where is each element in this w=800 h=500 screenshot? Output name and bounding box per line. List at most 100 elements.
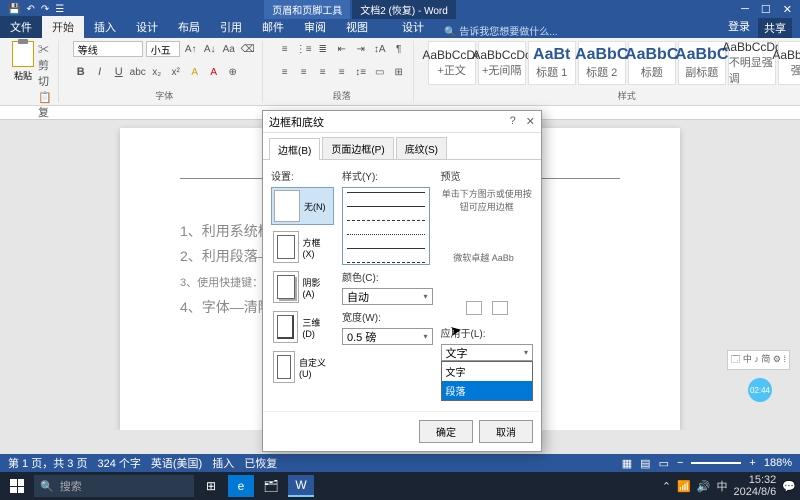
word-count[interactable]: 324 个字 xyxy=(97,455,140,471)
style-item[interactable]: AaBbC标题 xyxy=(628,41,676,85)
show-marks-icon[interactable]: ¶ xyxy=(391,41,407,57)
tray-chevron-icon[interactable]: ⌃ xyxy=(662,480,671,493)
setting-shadow[interactable]: 阴影(A) xyxy=(271,269,334,305)
underline-icon[interactable]: U xyxy=(111,64,127,80)
tell-me-field[interactable]: 🔍 告诉我您想要做什么... xyxy=(444,23,558,38)
style-item[interactable]: AaBbC副标题 xyxy=(678,41,726,85)
minimize-icon[interactable]: ─ xyxy=(741,3,749,16)
zoom-level[interactable]: 188% xyxy=(764,457,792,469)
width-select[interactable]: 0.5 磅 xyxy=(342,328,433,345)
border-top-button[interactable] xyxy=(466,301,482,315)
zoom-slider[interactable] xyxy=(691,462,741,464)
tab-file[interactable]: 文件 xyxy=(0,16,42,38)
style-item[interactable]: AaBbCcDc不明显强调 xyxy=(728,41,776,85)
maximize-icon[interactable]: ☐ xyxy=(761,3,771,16)
cancel-button[interactable]: 取消 xyxy=(479,420,533,443)
taskbar-search[interactable]: 🔍搜索 xyxy=(34,475,194,497)
save-icon[interactable]: 💾 xyxy=(8,4,20,15)
zoom-in-icon[interactable]: + xyxy=(749,457,755,469)
explorer-icon[interactable]: 🗂 xyxy=(258,475,284,497)
grow-font-icon[interactable]: A↑ xyxy=(183,41,199,57)
style-item[interactable]: AaBbCcDc强调 xyxy=(778,41,800,85)
border-bottom-button[interactable] xyxy=(492,301,508,315)
align-center-icon[interactable]: ≡ xyxy=(296,64,312,80)
superscript-icon[interactable]: x² xyxy=(168,64,184,80)
tab-tools-design[interactable]: 设计 xyxy=(392,16,434,38)
login-button[interactable]: 登录 xyxy=(728,18,750,38)
font-name-select[interactable]: 等线 xyxy=(73,41,143,57)
tab-page-border[interactable]: 页面边框(P) xyxy=(322,137,393,159)
setting-none[interactable]: 无(N) xyxy=(271,187,334,225)
undo-icon[interactable]: ↶ xyxy=(26,4,34,15)
ime-float-bar[interactable]: 🗔 中 ♪ 简 ⚙ ⁞ xyxy=(727,350,790,370)
close-icon[interactable]: ✕ xyxy=(783,3,792,16)
start-button[interactable] xyxy=(4,475,30,497)
help-icon[interactable]: ? xyxy=(510,115,516,128)
network-icon[interactable]: 📶 xyxy=(677,480,691,493)
notifications-icon[interactable]: 💬 xyxy=(782,480,796,493)
style-item[interactable]: AaBbCcDc+无间隔 xyxy=(478,41,526,85)
tab-border[interactable]: 边框(B) xyxy=(269,138,320,160)
borders-icon[interactable]: ⊞ xyxy=(391,64,407,80)
align-right-icon[interactable]: ≡ xyxy=(315,64,331,80)
dialog-title-bar[interactable]: 边框和底纹 ? ✕ xyxy=(263,111,541,133)
ime-indicator[interactable]: 中 xyxy=(716,478,727,494)
line-spacing-icon[interactable]: ↕≡ xyxy=(353,64,369,80)
edge-icon[interactable]: e xyxy=(228,475,254,497)
language-indicator[interactable]: 英语(美国) xyxy=(151,455,202,471)
clear-format-icon[interactable]: ⌫ xyxy=(240,41,256,57)
setting-box[interactable]: 方框(X) xyxy=(271,229,334,265)
tab-home[interactable]: 开始 xyxy=(42,16,84,38)
change-case-icon[interactable]: Aa xyxy=(221,41,237,57)
menu-icon[interactable]: ☰ xyxy=(55,4,64,15)
shading-icon[interactable]: ▭ xyxy=(372,64,388,80)
close-icon[interactable]: ✕ xyxy=(526,115,535,128)
phonetic-icon[interactable]: ⊕ xyxy=(225,64,241,80)
numbering-icon[interactable]: ⋮≡ xyxy=(296,41,312,57)
clock[interactable]: 15:322024/8/6 xyxy=(733,474,776,498)
tab-review[interactable]: 审阅 xyxy=(294,16,336,38)
style-item[interactable]: AaBt标题 1 xyxy=(528,41,576,85)
bold-icon[interactable]: B xyxy=(73,64,89,80)
apply-option-paragraph[interactable]: 段落 xyxy=(442,381,533,400)
view-web-icon[interactable]: ▭ xyxy=(659,457,669,470)
multilevel-icon[interactable]: ≣ xyxy=(315,41,331,57)
apply-option-text[interactable]: 文字 xyxy=(442,362,533,381)
style-item[interactable]: AaBbC标题 2 xyxy=(578,41,626,85)
setting-3d[interactable]: 三维(D) xyxy=(271,309,334,345)
shrink-font-icon[interactable]: A↓ xyxy=(202,41,218,57)
share-button[interactable]: 共享 xyxy=(758,18,792,38)
subscript-icon[interactable]: x₂ xyxy=(149,64,165,80)
increase-indent-icon[interactable]: ⇥ xyxy=(353,41,369,57)
tab-layout[interactable]: 布局 xyxy=(168,16,210,38)
setting-custom[interactable]: 自定义(U) xyxy=(271,349,334,385)
strike-icon[interactable]: abc xyxy=(130,64,146,80)
cut-button[interactable]: ✂ 剪切 xyxy=(38,41,52,89)
volume-icon[interactable]: 🔊 xyxy=(697,480,711,493)
line-style-list[interactable] xyxy=(342,187,430,265)
style-gallery[interactable]: AaBbCcDc+正文AaBbCcDc+无间隔AaBt标题 1AaBbC标题 2… xyxy=(428,41,800,85)
tab-shading[interactable]: 底纹(S) xyxy=(396,137,447,159)
preview-box[interactable]: 微软卓越 AaBb xyxy=(441,217,527,297)
zoom-out-icon[interactable]: − xyxy=(677,457,683,469)
tab-insert[interactable]: 插入 xyxy=(84,16,126,38)
view-print-icon[interactable]: ▦ xyxy=(622,457,632,470)
ok-button[interactable]: 确定 xyxy=(419,420,473,443)
redo-icon[interactable]: ↷ xyxy=(41,4,49,15)
decrease-indent-icon[interactable]: ⇤ xyxy=(334,41,350,57)
view-read-icon[interactable]: ▤ xyxy=(640,457,650,470)
tab-design[interactable]: 设计 xyxy=(126,16,168,38)
insert-mode[interactable]: 插入 xyxy=(212,455,234,471)
highlight-icon[interactable]: A xyxy=(187,64,203,80)
font-color-icon[interactable]: A xyxy=(206,64,222,80)
justify-icon[interactable]: ≡ xyxy=(334,64,350,80)
tab-mailings[interactable]: 邮件 xyxy=(252,16,294,38)
align-left-icon[interactable]: ≡ xyxy=(277,64,293,80)
word-taskbar-icon[interactable]: W xyxy=(288,475,314,497)
style-item[interactable]: AaBbCcDc+正文 xyxy=(428,41,476,85)
color-select[interactable]: 自动 xyxy=(342,288,433,305)
tab-references[interactable]: 引用 xyxy=(210,16,252,38)
font-size-select[interactable]: 小五 xyxy=(146,41,180,57)
sort-icon[interactable]: ↕A xyxy=(372,41,388,57)
task-view-icon[interactable]: ⊞ xyxy=(198,475,224,497)
